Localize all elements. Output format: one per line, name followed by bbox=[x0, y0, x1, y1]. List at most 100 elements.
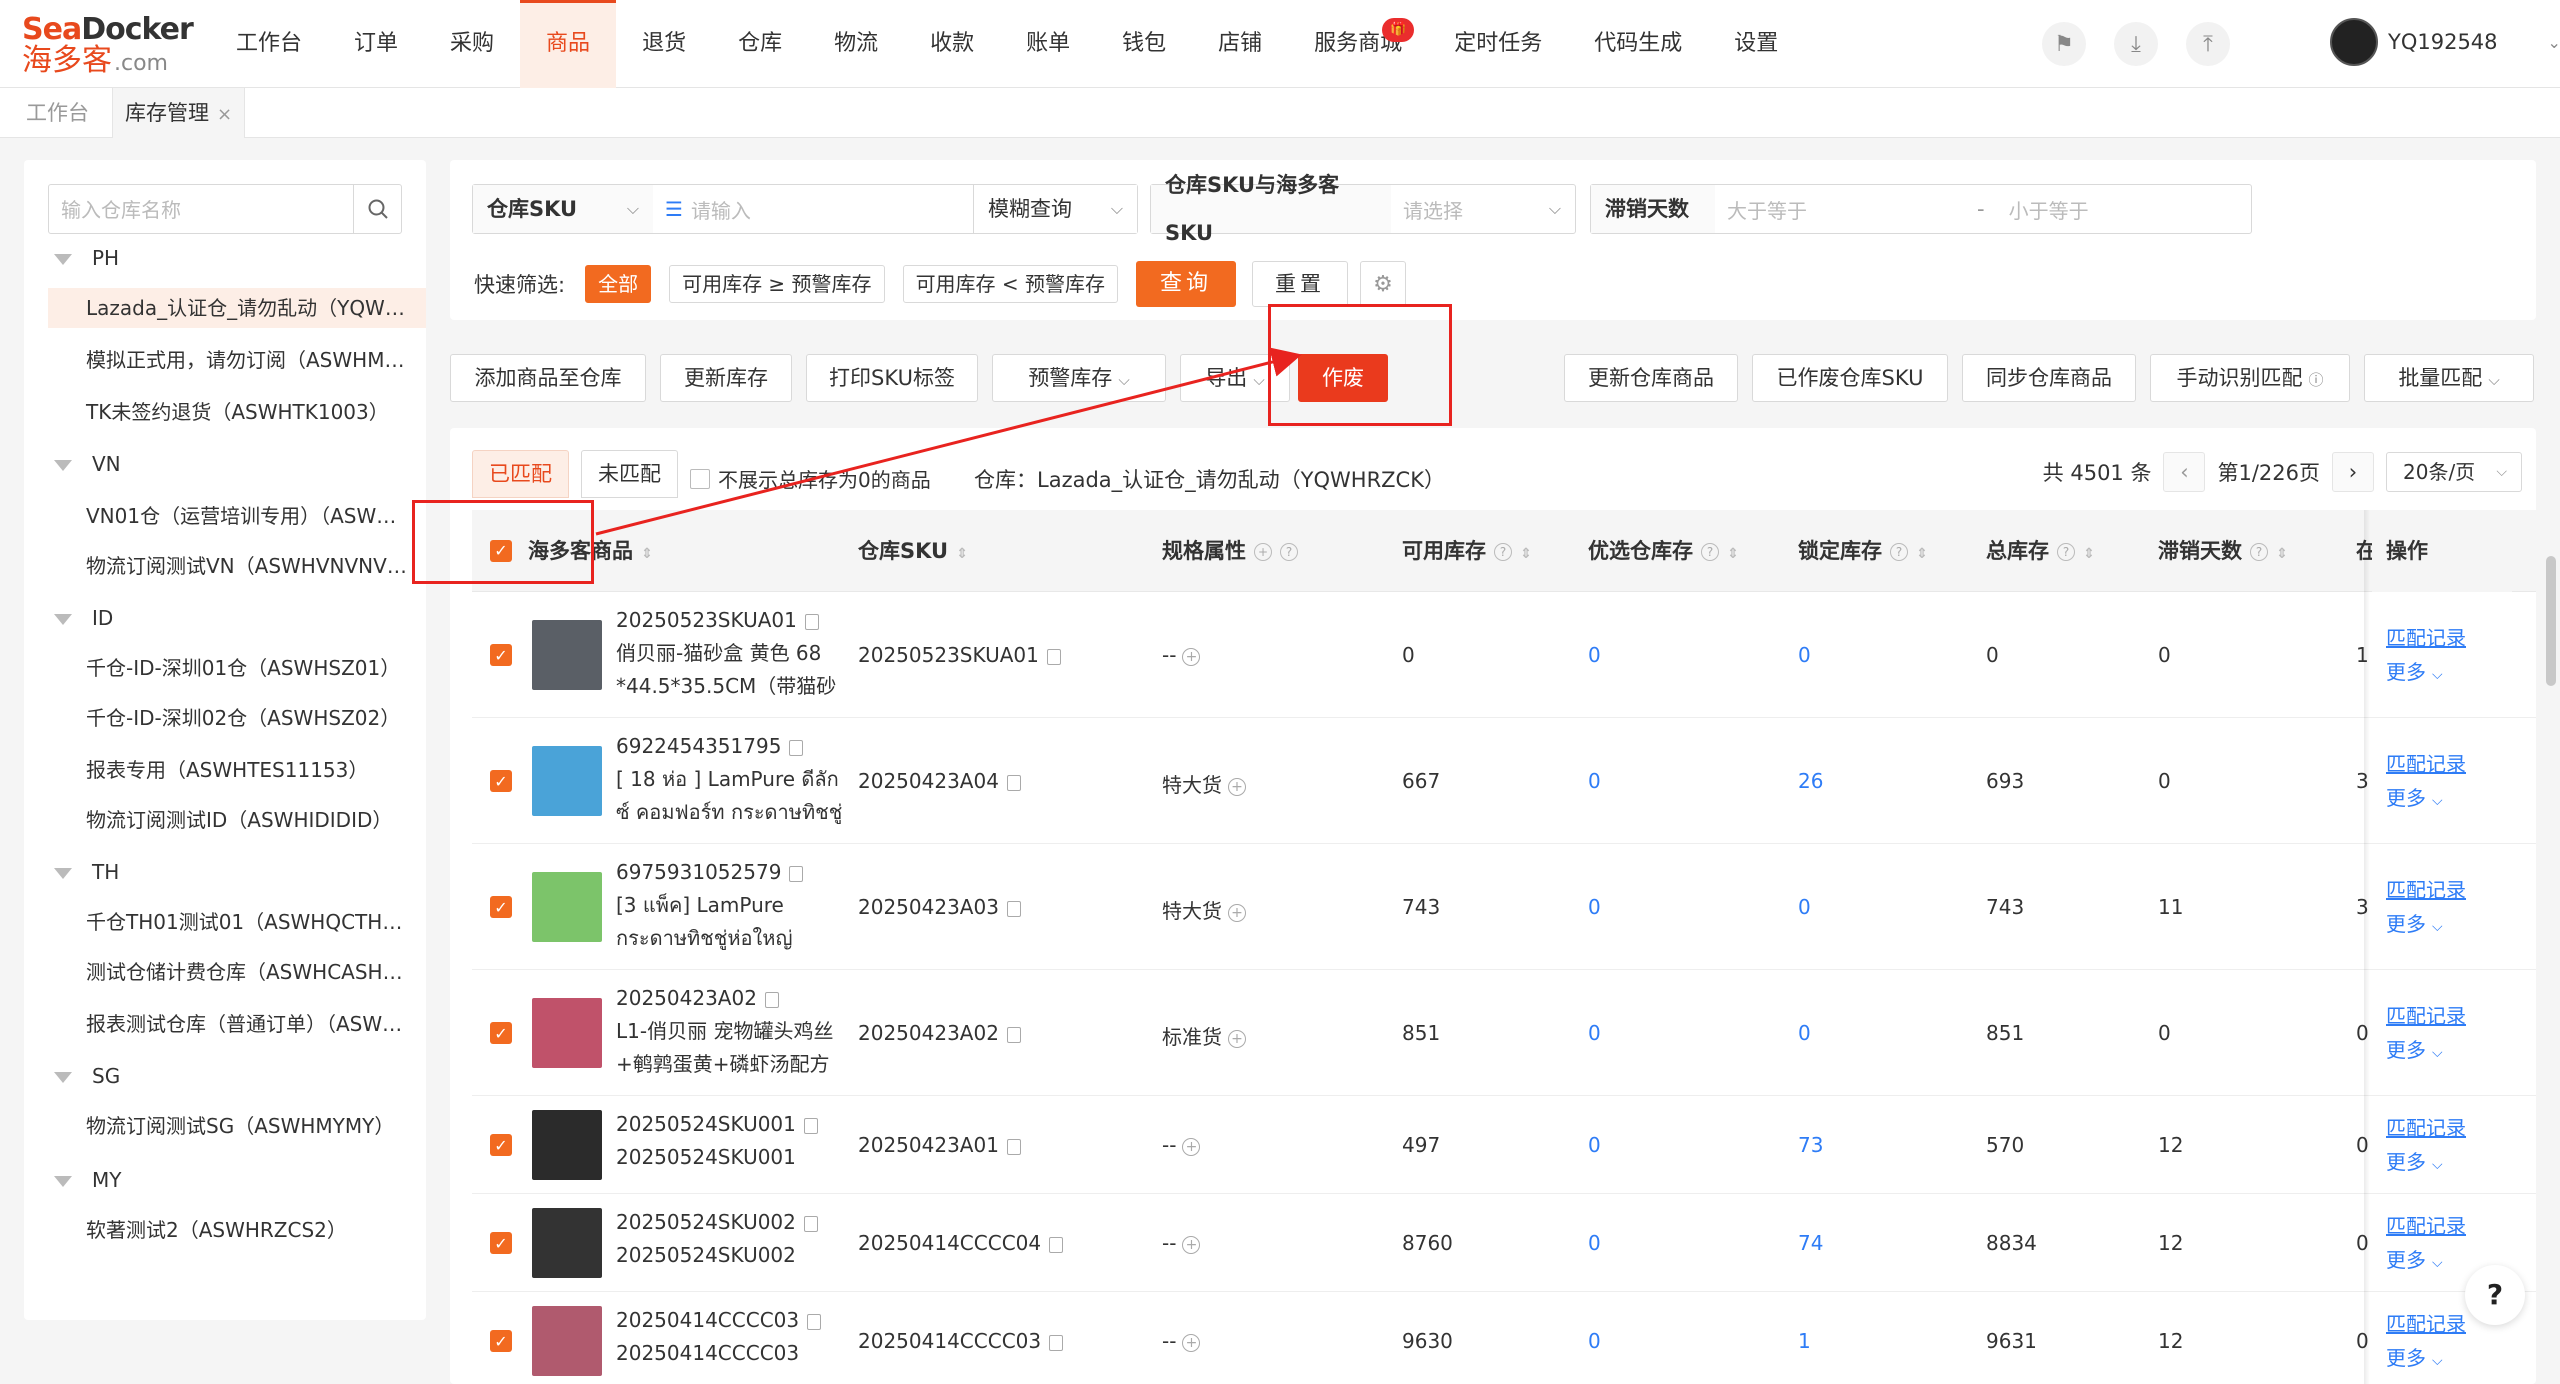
nav-item-2[interactable]: 采购 bbox=[424, 0, 520, 88]
more-actions-link[interactable]: 更多 ⌵ bbox=[2386, 1145, 2512, 1182]
warehouse-search-input[interactable] bbox=[61, 197, 341, 223]
nav-item-14[interactable]: 设置 bbox=[1708, 0, 1804, 88]
manual-match-button[interactable]: 手动识别匹配 ⓘ bbox=[2150, 354, 2350, 402]
brand-logo[interactable]: SeaDocker 海多客.com bbox=[22, 14, 194, 77]
announcement-icon[interactable]: ⚑ bbox=[2042, 22, 2086, 66]
prev-page-button[interactable]: ‹ bbox=[2163, 452, 2206, 492]
more-actions-link[interactable]: 更多 ⌵ bbox=[2386, 1033, 2512, 1070]
nav-item-5[interactable]: 仓库 bbox=[712, 0, 808, 88]
nav-item-3[interactable]: 商品 bbox=[520, 0, 617, 88]
add-to-warehouse-button[interactable]: 添加商品至仓库 bbox=[450, 354, 646, 402]
tab-matched[interactable]: 已匹配 bbox=[472, 450, 569, 498]
tree-item[interactable]: TK未签约退货（ASWHTK1003） bbox=[24, 392, 426, 432]
preferred-stock[interactable]: 0 bbox=[1588, 895, 1601, 919]
preferred-stock[interactable]: 0 bbox=[1588, 1133, 1601, 1157]
nav-item-13[interactable]: 代码生成 bbox=[1568, 0, 1708, 88]
match-record-link[interactable]: 匹配记录 bbox=[2386, 999, 2512, 1033]
tree-group[interactable]: SG bbox=[24, 1056, 426, 1096]
tab-unmatched[interactable]: 未匹配 bbox=[581, 450, 678, 498]
row-checkbox[interactable]: ✓ bbox=[490, 896, 512, 918]
quick-chip-below-alert[interactable]: 可用库存 < 预警库存 bbox=[902, 265, 1119, 303]
nav-item-1[interactable]: 订单 bbox=[328, 0, 424, 88]
tree-item[interactable]: 测试仓储计费仓库（ASWHCASHU） bbox=[24, 952, 426, 992]
upload-icon[interactable]: ⤒ bbox=[2186, 22, 2230, 66]
copy-icon[interactable] bbox=[1049, 1236, 1064, 1253]
add-spec-icon[interactable]: + bbox=[1182, 647, 1201, 666]
nav-item-10[interactable]: 店铺 bbox=[1192, 0, 1288, 88]
more-actions-link[interactable]: 更多 ⌵ bbox=[2386, 907, 2512, 944]
preferred-stock[interactable]: 0 bbox=[1588, 1231, 1601, 1255]
match-record-link[interactable]: 匹配记录 bbox=[2386, 747, 2512, 781]
preferred-stock[interactable]: 0 bbox=[1588, 1021, 1601, 1045]
copy-icon[interactable] bbox=[789, 865, 804, 882]
tree-item[interactable]: 报表测试仓库（普通订单）（ASWHBB） bbox=[24, 1004, 426, 1044]
nav-item-7[interactable]: 收款 bbox=[904, 0, 1000, 88]
copy-icon[interactable] bbox=[803, 1215, 818, 1232]
preferred-stock[interactable]: 0 bbox=[1588, 769, 1601, 793]
copy-icon[interactable] bbox=[1006, 900, 1021, 917]
row-checkbox[interactable]: ✓ bbox=[490, 644, 512, 666]
tab-home[interactable]: 工作台 bbox=[14, 88, 101, 138]
product-thumbnail[interactable] bbox=[532, 1208, 602, 1278]
tree-item[interactable]: 物流订阅测试ID（ASWHIDIDID） bbox=[24, 800, 426, 840]
nav-item-9[interactable]: 钱包 bbox=[1096, 0, 1192, 88]
preferred-stock[interactable]: 0 bbox=[1588, 643, 1601, 667]
search-button[interactable] bbox=[353, 185, 401, 233]
tree-item[interactable]: Lazada_认证仓_请勿乱动（YQWHRZCK） bbox=[48, 288, 426, 328]
locked-stock[interactable]: 0 bbox=[1798, 1021, 1811, 1045]
quick-chip-above-alert[interactable]: 可用库存 ≥ 预警库存 bbox=[669, 265, 885, 303]
tree-group[interactable]: TH bbox=[24, 852, 426, 892]
voided-sku-button[interactable]: 已作废仓库SKU bbox=[1752, 354, 1948, 402]
hide-zero-checkbox[interactable]: 不展示总库存为0的商品 bbox=[690, 464, 931, 493]
tree-item[interactable]: 模拟正式用，请勿订阅（ASWHMNZSY） bbox=[24, 340, 426, 380]
tree-group[interactable]: MY bbox=[24, 1160, 426, 1200]
locked-stock[interactable]: 73 bbox=[1798, 1133, 1823, 1157]
product-thumbnail[interactable] bbox=[532, 1306, 602, 1376]
match-record-link[interactable]: 匹配记录 bbox=[2386, 1209, 2512, 1243]
help-button[interactable]: ? bbox=[2465, 1265, 2525, 1325]
row-checkbox[interactable]: ✓ bbox=[490, 1232, 512, 1254]
product-thumbnail[interactable] bbox=[532, 620, 602, 690]
col-available[interactable]: 可用库存? ⇕ bbox=[1402, 510, 1532, 592]
row-checkbox[interactable]: ✓ bbox=[490, 1134, 512, 1156]
tree-item[interactable]: 千仓TH01测试01（ASWHQCTH01） bbox=[24, 902, 426, 942]
download-icon[interactable]: ⤓ bbox=[2114, 22, 2158, 66]
add-spec-icon[interactable]: + bbox=[1228, 777, 1246, 796]
tree-item[interactable]: 软著测试2（ASWHRZCS2） bbox=[24, 1210, 426, 1250]
page-size-select[interactable]: 20条/页 ⌵ bbox=[2386, 452, 2522, 492]
nav-item-8[interactable]: 账单 bbox=[1000, 0, 1096, 88]
tab-inventory[interactable]: 库存管理 × bbox=[112, 88, 246, 138]
update-warehouse-goods-button[interactable]: 更新仓库商品 bbox=[1564, 354, 1738, 402]
tree-group[interactable]: VN bbox=[24, 444, 426, 484]
preferred-stock[interactable]: 0 bbox=[1588, 1329, 1601, 1353]
nav-item-0[interactable]: 工作台 bbox=[210, 0, 328, 88]
add-spec-icon[interactable]: + bbox=[1228, 1029, 1246, 1048]
tree-item[interactable]: 千仓-ID-深圳02仓（ASWHSZ02） bbox=[24, 698, 426, 738]
col-wh-sku[interactable]: 仓库SKU ⇕ bbox=[858, 510, 968, 592]
more-actions-link[interactable]: 更多 ⌵ bbox=[2386, 655, 2512, 692]
col-total[interactable]: 总库存? ⇕ bbox=[1986, 510, 2095, 592]
add-spec-icon[interactable]: + bbox=[1182, 1235, 1201, 1254]
more-actions-link[interactable]: 更多 ⌵ bbox=[2386, 1341, 2512, 1378]
query-button[interactable]: 查询 bbox=[1136, 261, 1237, 307]
product-thumbnail[interactable] bbox=[532, 872, 602, 942]
copy-icon[interactable] bbox=[1049, 1334, 1064, 1351]
col-locked[interactable]: 锁定库存? ⇕ bbox=[1798, 510, 1928, 592]
row-checkbox[interactable]: ✓ bbox=[490, 770, 512, 792]
locked-stock[interactable]: 0 bbox=[1798, 643, 1811, 667]
row-checkbox[interactable]: ✓ bbox=[490, 1022, 512, 1044]
nav-item-12[interactable]: 定时任务 bbox=[1428, 0, 1568, 88]
user-menu[interactable]: YQ192548 ⌄ bbox=[2330, 18, 2560, 66]
match-record-link[interactable]: 匹配记录 bbox=[2386, 1111, 2512, 1145]
nav-item-6[interactable]: 物流 bbox=[808, 0, 904, 88]
copy-icon[interactable] bbox=[803, 1117, 818, 1134]
add-spec-icon[interactable]: + bbox=[1182, 1333, 1201, 1352]
match-mode-select[interactable]: 模糊查询 ⌵ bbox=[973, 185, 1137, 233]
copy-icon[interactable] bbox=[789, 739, 804, 756]
product-thumbnail[interactable] bbox=[532, 746, 602, 816]
nav-item-11[interactable]: 服务商城 🎁 bbox=[1288, 0, 1428, 88]
next-page-button[interactable]: › bbox=[2332, 452, 2374, 492]
reset-button[interactable]: 重置 bbox=[1252, 261, 1349, 307]
match-record-link[interactable]: 匹配记录 bbox=[2386, 873, 2512, 907]
print-sku-button[interactable]: 打印SKU标签 bbox=[806, 354, 978, 402]
